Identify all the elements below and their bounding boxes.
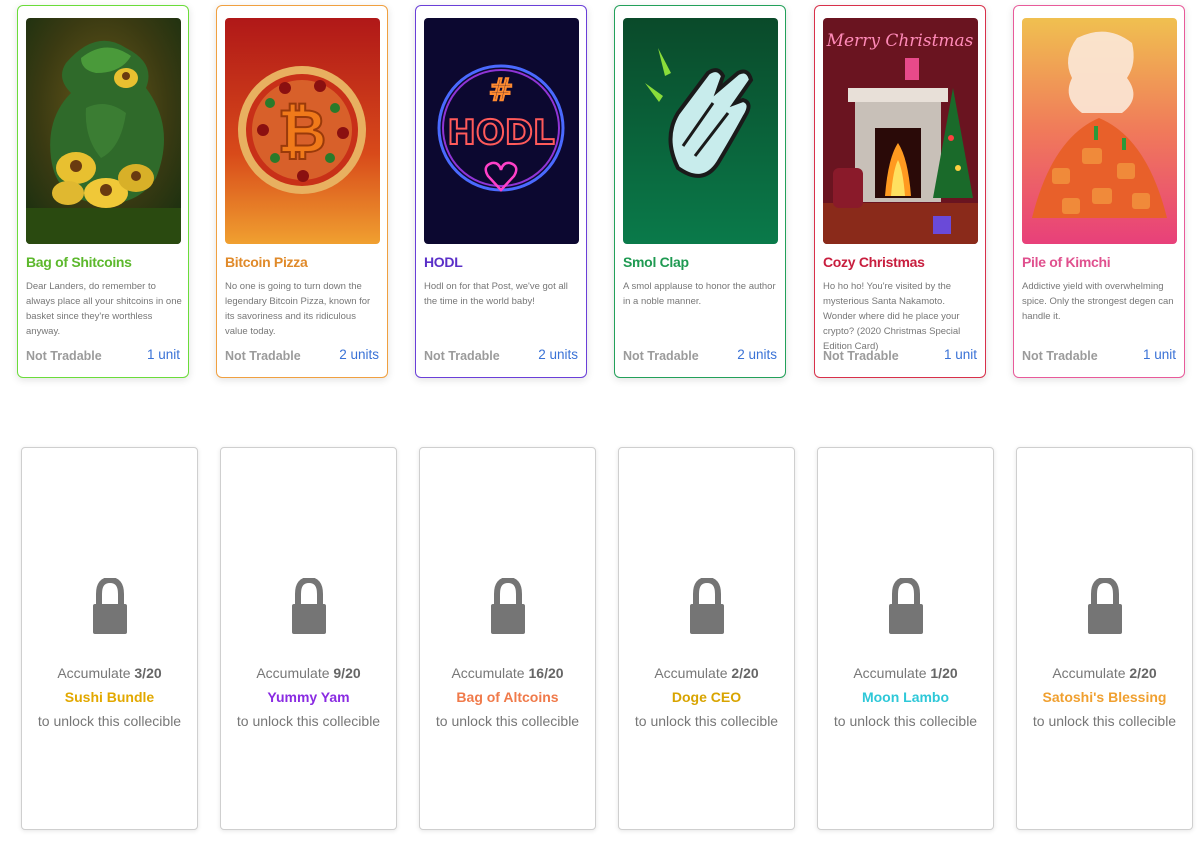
card-description: No one is going to turn down the legenda…: [225, 281, 371, 337]
lock-icon: [93, 578, 127, 634]
tradable-status: Not Tradable: [1022, 349, 1098, 363]
unit-count: 1 unit: [146, 347, 180, 362]
locked-collectible-doge-ceo[interactable]: Accumulate 2/20 Doge CEO to unlock this …: [618, 447, 795, 830]
svg-text:₿: ₿: [278, 97, 327, 167]
progress-count: 16/20: [528, 665, 564, 681]
svg-text:HODL: HODL: [447, 113, 554, 153]
unlock-hint: to unlock this collecible: [236, 713, 381, 729]
collectible-card-smol-clap[interactable]: Smol Clap A smol applause to honor the a…: [614, 5, 786, 378]
collectible-name: Moon Lambo: [861, 689, 950, 705]
collectible-name: Yummy Yam: [267, 689, 350, 705]
collectible-card-pile-of-kimchi[interactable]: Pile of Kimchi Addictive yield with over…: [1013, 5, 1185, 378]
tradable-status: Not Tradable: [623, 349, 699, 363]
collectible-name: Satoshi's Blessing: [1042, 689, 1167, 705]
locked-collectible-bag-of-altcoins[interactable]: Accumulate 16/20 Bag of Altcoins to unlo…: [419, 447, 596, 830]
accumulate-label: Accumulate: [57, 665, 131, 681]
locked-collectible-satoshis-blessing[interactable]: Accumulate 2/20 Satoshi's Blessing to un…: [1016, 447, 1193, 830]
shitcoin-bag-art: [26, 18, 181, 244]
unit-count: 2 units: [737, 347, 777, 362]
tradable-status: Not Tradable: [424, 349, 500, 363]
kimchi-pile-art: [1022, 18, 1177, 244]
bitcoin-pizza-art: ₿: [225, 18, 380, 244]
unlock-hint: to unlock this collecible: [833, 713, 978, 729]
tradable-status: Not Tradable: [823, 349, 899, 363]
collectible-name: Doge CEO: [671, 689, 742, 705]
progress-count: 1/20: [930, 665, 958, 681]
card-title: Bitcoin Pizza: [225, 254, 308, 270]
lock-icon: [1088, 578, 1122, 634]
clapping-hands-art: [623, 18, 778, 244]
unit-count: 2 units: [538, 347, 578, 362]
lock-icon: [690, 578, 724, 634]
card-description: Ho ho ho! You're visited by the mysterio…: [823, 281, 961, 352]
unit-count: 1 unit: [943, 347, 977, 362]
card-title: Smol Clap: [623, 254, 689, 270]
progress-count: 3/20: [134, 665, 162, 681]
card-description: Hodl on for that Post, we've got all the…: [424, 281, 568, 307]
unlock-hint: to unlock this collecible: [37, 713, 182, 729]
svg-text:#: #: [488, 73, 513, 108]
collectible-name: Sushi Bundle: [64, 689, 155, 705]
collectible-card-bag-of-shitcoins[interactable]: Bag of Shitcoins Dear Landers, do rememb…: [17, 5, 189, 378]
unlock-hint: to unlock this collecible: [1032, 713, 1177, 729]
svg-text:Merry Christmas: Merry Christmas: [826, 31, 974, 51]
unit-count: 1 unit: [1142, 347, 1176, 362]
progress-count: 2/20: [731, 665, 759, 681]
card-description: A smol applause to honor the author in a…: [623, 281, 776, 307]
collectible-card-cozy-christmas[interactable]: Merry Christmas Cozy Christmas Ho ho ho!…: [814, 5, 986, 378]
collectible-name: Bag of Altcoins: [456, 689, 559, 705]
card-title: Bag of Shitcoins: [26, 254, 132, 270]
progress-count: 9/20: [333, 665, 361, 681]
locked-collectible-yummy-yam[interactable]: Accumulate 9/20 Yummy Yam to unlock this…: [220, 447, 397, 830]
unlock-hint: to unlock this collecible: [634, 713, 779, 729]
lock-icon: [889, 578, 923, 634]
locked-collectible-sushi-bundle[interactable]: Accumulate 3/20 Sushi Bundle to unlock t…: [21, 447, 198, 830]
lock-icon: [491, 578, 525, 634]
accumulate-label: Accumulate: [1052, 665, 1126, 681]
tradable-status: Not Tradable: [225, 349, 301, 363]
accumulate-label: Accumulate: [451, 665, 525, 681]
accumulate-label: Accumulate: [256, 665, 330, 681]
hodl-neon-art: # HODL: [424, 18, 579, 244]
card-title: HODL: [424, 254, 463, 270]
collectible-card-hodl[interactable]: # HODL HODL Hodl on for that Post, we've…: [415, 5, 587, 378]
card-title: Pile of Kimchi: [1022, 254, 1111, 270]
accumulate-label: Accumulate: [654, 665, 728, 681]
unit-count: 2 units: [339, 347, 379, 362]
unlock-hint: to unlock this collecible: [435, 713, 580, 729]
card-description: Addictive yield with overwhelming spice.…: [1022, 281, 1174, 322]
progress-count: 2/20: [1129, 665, 1157, 681]
collectible-card-bitcoin-pizza[interactable]: ₿ Bitcoin Pizza No one is going to turn …: [216, 5, 388, 378]
card-description: Dear Landers, do remember to always plac…: [26, 281, 182, 337]
accumulate-label: Accumulate: [853, 665, 927, 681]
tradable-status: Not Tradable: [26, 349, 102, 363]
card-title: Cozy Christmas: [823, 254, 925, 270]
lock-icon: [292, 578, 326, 634]
christmas-fireplace-art: Merry Christmas: [823, 18, 978, 244]
locked-collectible-moon-lambo[interactable]: Accumulate 1/20 Moon Lambo to unlock thi…: [817, 447, 994, 830]
